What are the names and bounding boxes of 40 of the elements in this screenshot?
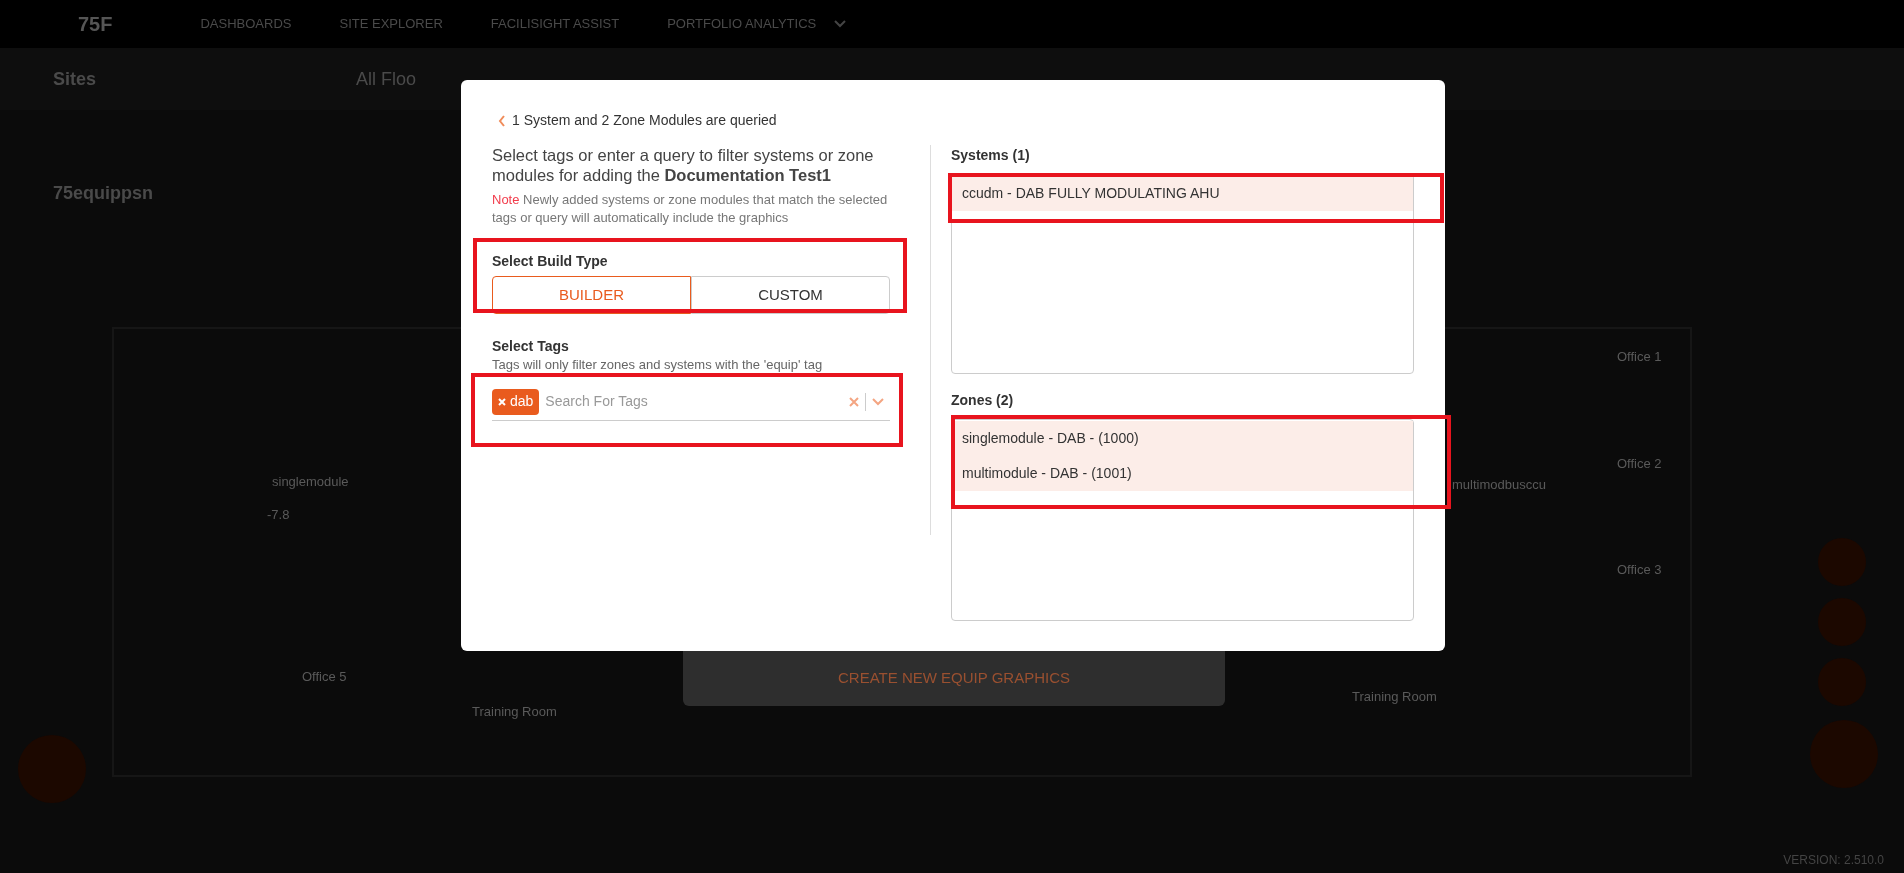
create-graphics-button[interactable]: CREATE NEW EQUIP GRAPHICS	[683, 651, 1225, 706]
room-label: Office 5	[302, 668, 347, 686]
query-summary: 1 System and 2 Zone Modules are queried	[512, 111, 777, 130]
sites-label: Sites	[53, 67, 97, 91]
list-title: Systems (1)	[951, 146, 1031, 165]
back-chevron-icon[interactable]	[498, 114, 506, 127]
room-label: Training Room	[472, 703, 557, 721]
build-type-toggle[interactable]: CUSTOM	[691, 276, 890, 314]
room-label: multimodbusccu	[1452, 476, 1546, 494]
room-label: singlemodule	[272, 473, 349, 491]
floor-select[interactable]: All Floo	[356, 65, 417, 93]
section-label: Select Tags	[492, 337, 570, 356]
list-title: Zones (2)	[951, 391, 1015, 410]
caret-icon[interactable]	[834, 20, 847, 28]
version-text: VERSION: 2.510.0	[1783, 852, 1884, 869]
logo: 75F	[78, 12, 113, 37]
tag-chip[interactable]: dab	[492, 388, 540, 415]
close-icon[interactable]	[498, 397, 506, 406]
tag-search-field[interactable]: dab Search For Tags	[492, 383, 890, 421]
nav-link[interactable]: SITE EXPLORER	[339, 14, 443, 34]
section-label: Select Build Type	[492, 252, 609, 271]
build-type-toggle[interactable]: BUILDER	[492, 276, 691, 314]
intro-text: Select tags or enter a query to filter systems or zone modules for adding the Documentation Test1	[492, 145, 875, 185]
hint-text: Tags will only filter zones and systems with the 'equip' tag	[492, 357, 824, 373]
chevron-down-icon[interactable]	[872, 397, 884, 406]
result-item[interactable]: singlemodule - DAB - (1000)	[952, 421, 1413, 456]
result-item[interactable]: ccudm - DAB FULLY MODULATING AHU	[952, 176, 1413, 211]
page-title: 75equippsn	[53, 183, 154, 203]
result-item[interactable]: multimodule - DAB - (1001)	[952, 456, 1413, 491]
note-text: Note Newly added systems or zone modules that match the selected tags or query will automatically include the graphics	[492, 191, 889, 227]
room-label: Office 1	[1617, 348, 1662, 366]
room-label: Office 3	[1617, 561, 1662, 579]
tag-search-input[interactable]: Search For Tags	[545, 391, 843, 412]
room-label: -7.8	[267, 506, 290, 524]
nav-link[interactable]: PORTFOLIO ANALYTICS	[667, 14, 817, 34]
clear-icon[interactable]	[849, 396, 859, 407]
room-label: Office 2	[1617, 455, 1662, 473]
room-label: Training Room	[1352, 688, 1437, 706]
nav-link[interactable]: FACILISIGHT ASSIST	[490, 14, 620, 34]
nav-link[interactable]: DASHBOARDS	[200, 14, 292, 34]
